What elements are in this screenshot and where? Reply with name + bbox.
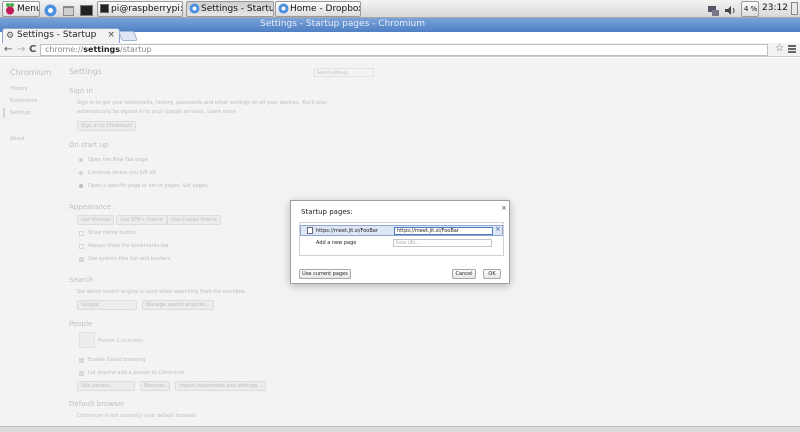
reload-icon[interactable]: C — [29, 43, 36, 56]
taskbar-terminal-window[interactable]: pi@raspberrypi: ~ — [97, 1, 183, 17]
chromium-icon — [189, 3, 200, 16]
battery-label: 4 % — [744, 5, 758, 13]
clock[interactable]: 23:12 — [762, 3, 788, 13]
dialog-close-icon[interactable]: × — [501, 204, 507, 212]
menu-button[interactable]: Menu — [2, 1, 40, 17]
url-host: settings — [83, 45, 121, 54]
startup-page-url: https://meet.jit.si/FooBar — [316, 228, 378, 234]
chromium-icon — [278, 3, 289, 16]
startup-page-edit-input[interactable]: https://meet.jit.si/FooBar — [394, 227, 493, 235]
add-page-url-input[interactable]: Enter URL... — [393, 239, 492, 247]
tab-strip: ⚙ Settings - Startup × — [0, 28, 800, 43]
list-item[interactable]: https://meet.jit.si/FooBar https://meet.… — [300, 225, 503, 236]
use-current-pages-button[interactable]: Use current pages — [299, 269, 351, 279]
url-path: /startup — [120, 45, 152, 54]
add-page-label: Add a new page — [316, 240, 357, 246]
tab-close-icon[interactable]: × — [107, 29, 115, 42]
battery-indicator[interactable]: 4 % — [741, 1, 759, 17]
dropbox-window-label: Home - Dropbox - C... — [290, 4, 361, 14]
volume-icon[interactable] — [723, 2, 736, 15]
startup-pages-list: https://meet.jit.si/FooBar https://meet.… — [299, 222, 504, 256]
dialog-title: Startup pages: — [301, 208, 353, 216]
eject-icon[interactable] — [791, 2, 798, 15]
menu-label: Menu — [17, 4, 40, 14]
hamburger-menu-icon[interactable] — [788, 45, 796, 54]
back-icon[interactable]: ← — [4, 43, 12, 56]
taskbar: Menu pi@raspberrypi: ~ Settings - Startu… — [0, 0, 800, 18]
page-icon — [307, 227, 313, 234]
terminal-window-label: pi@raspberrypi: ~ — [111, 4, 183, 14]
startup-pages-dialog: Startup pages: × https://meet.jit.si/Foo… — [290, 200, 510, 284]
bookmark-star-icon[interactable]: ☆ — [775, 43, 784, 54]
new-tab-button[interactable] — [118, 31, 138, 41]
gear-icon: ⚙ — [6, 31, 15, 41]
raspberry-icon — [5, 3, 15, 15]
address-bar[interactable]: chrome://settings/startup — [40, 44, 768, 56]
tab-settings[interactable]: ⚙ Settings - Startup × — [2, 28, 120, 43]
terminal-icon — [100, 4, 109, 13]
ok-button[interactable]: OK — [483, 269, 501, 279]
forward-icon[interactable]: → — [17, 43, 25, 56]
chromium-launcher-icon[interactable] — [44, 2, 57, 17]
terminal-launcher-icon[interactable] — [80, 2, 93, 16]
settings-window-label: Settings - Startup p... — [201, 4, 273, 14]
taskbar-settings-window[interactable]: Settings - Startup p... — [186, 1, 274, 17]
network-icon[interactable] — [707, 2, 720, 16]
cancel-button[interactable]: Cancel — [452, 269, 476, 279]
remove-page-icon[interactable]: × — [495, 225, 501, 233]
bottom-edge — [0, 426, 800, 432]
browser-toolbar: ← → C chrome://settings/startup ☆ — [0, 43, 800, 57]
tab-label: Settings - Startup — [17, 30, 97, 40]
url-scheme: chrome:// — [45, 45, 84, 54]
taskbar-dropbox-window[interactable]: Home - Dropbox - C... — [275, 1, 361, 17]
file-manager-icon[interactable] — [62, 2, 75, 16]
